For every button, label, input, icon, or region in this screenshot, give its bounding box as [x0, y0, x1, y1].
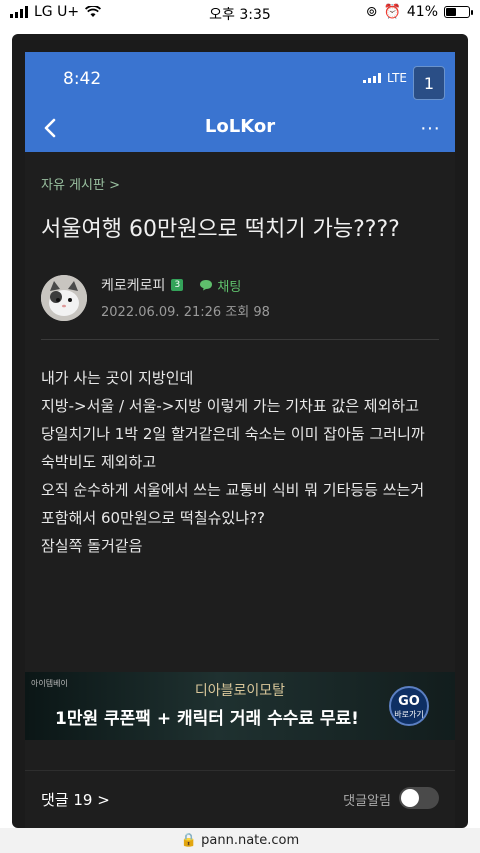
toggle-knob	[401, 789, 419, 807]
comment-notify-label: 댓글알림	[343, 794, 391, 809]
inner-network-label: LTE	[387, 71, 407, 85]
inner-network: LTE	[363, 71, 407, 85]
divider	[41, 339, 439, 341]
browser-url-bar[interactable]: 🔒 pann.nate.com	[0, 828, 480, 853]
status-right: ⊚ ⏰ 41%	[365, 4, 473, 20]
rotation-lock-icon: ⊚	[365, 4, 378, 20]
post-body: 내가 사는 곳이 지방인데 지방->서울 / 서울->지방 이렇게 가는 기차표…	[41, 364, 439, 560]
phone-status-bar: LG U+ 오후 3:35 ⊚ ⏰ 41%	[0, 0, 480, 28]
chat-label: 채팅	[217, 279, 242, 295]
level-badge: 3	[171, 279, 184, 292]
battery-icon	[444, 6, 473, 18]
post-content: 자유 게시판 > 서울여행 60만원으로 떡치기 가능???? 케로케로피 3 …	[25, 152, 455, 560]
inner-clock: 8:42	[63, 69, 102, 89]
body-line: 내가 사는 곳이 지방인데	[41, 369, 194, 388]
comments-bar: 댓글 19 > 댓글알림	[25, 770, 455, 828]
ad-go-label: GO	[398, 694, 420, 709]
body-line: 당일치기나 1박 2일 할거같은데 숙소는 이미 잡아둠 그러니까 숙박비도 제…	[41, 425, 425, 472]
lock-icon: 🔒	[180, 833, 197, 848]
chat-bubble-icon	[200, 280, 213, 291]
post-title: 서울여행 60만원으로 떡치기 가능????	[41, 217, 400, 242]
author-line: 케로케로피 3 채팅	[101, 275, 270, 295]
chat-link[interactable]: 채팅	[199, 276, 241, 295]
ad-go-sub: 바로가기	[394, 710, 424, 719]
body-line: 지방->서울 / 서울->지방 이렇게 가는 기차표 값은 제외하고	[41, 397, 419, 416]
body-line: 잠실쪽 돌거같음	[41, 537, 143, 556]
tab-count-badge[interactable]: 1	[413, 66, 445, 100]
post-meta: 케로케로피 3 채팅 2022.06.09. 21:26 조회 98	[101, 275, 270, 320]
comment-count-link[interactable]: 댓글 19 >	[41, 789, 110, 810]
ad-banner[interactable]: 아이템베이 디아블로이모탈 1만원 쿠폰팩 + 캐릭터 거래 수수료 무료! G…	[25, 672, 455, 740]
cat-avatar-image	[41, 275, 87, 322]
inner-status-bar: 8:42 LTE 1	[25, 52, 455, 104]
app-bar: LoLKor ···	[25, 104, 455, 152]
url-text: pann.nate.com	[201, 833, 300, 848]
body-line: 오직 순수하게 서울에서 쓰는 교통비 식비 뭐 기타등등 쓰는거 포함해서 6…	[41, 481, 425, 528]
board-link[interactable]: 자유 게시판 >	[41, 174, 120, 193]
ad-go-button[interactable]: GO 바로가기	[389, 686, 429, 726]
inner-signal-icon	[363, 73, 382, 83]
embedded-screenshot: 8:42 LTE 1 LoLKor ··· 자유 게시판 > 서울여행 60만원…	[25, 52, 455, 828]
alarm-icon: ⏰	[383, 4, 401, 20]
avatar[interactable]	[41, 275, 87, 322]
battery-percent: 41%	[406, 4, 438, 20]
ad-headline: 1만원 쿠폰팩 + 캐릭터 거래 수수료 무료!	[55, 709, 359, 729]
post-date-views: 2022.06.09. 21:26 조회 98	[101, 305, 270, 321]
more-button[interactable]: ···	[417, 116, 443, 140]
author-name[interactable]: 케로케로피	[101, 275, 165, 295]
author-row: 케로케로피 3 채팅 2022.06.09. 21:26 조회 98	[41, 275, 439, 322]
comment-notify-toggle[interactable]	[399, 787, 439, 809]
app-title: LoLKor	[204, 116, 276, 137]
